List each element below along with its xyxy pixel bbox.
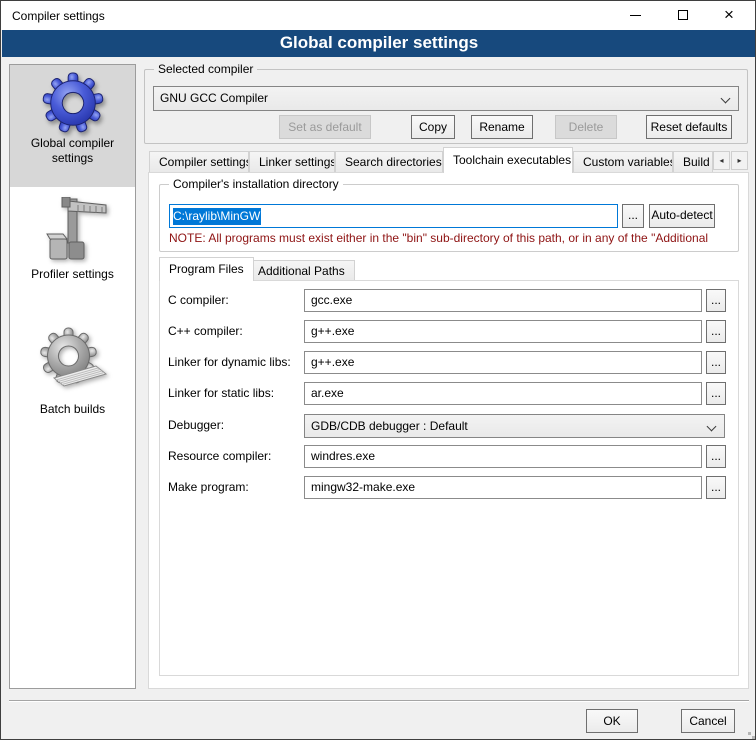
subtab-additional-paths[interactable]: Additional Paths <box>248 260 355 281</box>
close-button[interactable]: × <box>708 1 755 30</box>
page-title: Global compiler settings <box>2 30 756 57</box>
window-title: Compiler settings <box>12 9 105 23</box>
maximize-icon <box>678 10 688 20</box>
reset-defaults-button[interactable]: Reset defaults <box>646 115 732 139</box>
settings-category-list: Global compiler settings Profiler settin… <box>9 64 136 689</box>
browse-directory-button[interactable]: ... <box>622 204 644 228</box>
field-label-linker-static: Linker for static libs: <box>168 386 274 400</box>
make-program-input[interactable]: mingw32-make.exe <box>304 476 702 499</box>
set-as-default-button[interactable]: Set as default <box>279 115 371 139</box>
tab-scroll-left-icon: ◂ <box>719 156 723 165</box>
tab-build-options[interactable]: Build options <box>673 151 713 172</box>
minimize-icon <box>630 15 641 16</box>
field-label-resource-compiler: Resource compiler: <box>168 449 271 463</box>
maximize-button[interactable] <box>660 1 707 30</box>
gray-gear-stack-icon <box>36 326 110 400</box>
tab-search-directories[interactable]: Search directories <box>335 151 443 172</box>
tab-toolchain-executables[interactable]: Toolchain executables <box>443 147 573 173</box>
linker-static-browse-button[interactable]: ... <box>706 382 726 405</box>
copy-button[interactable]: Copy <box>411 115 455 139</box>
field-label-make-program: Make program: <box>168 480 249 494</box>
blue-gear-icon <box>42 72 104 134</box>
make-program-browse-button[interactable]: ... <box>706 476 726 499</box>
installation-directory-input[interactable]: C:\raylib\MinGW <box>169 204 618 228</box>
titlebar: Compiler settings × <box>1 1 755 30</box>
minimize-button[interactable] <box>612 1 659 30</box>
cpp-compiler-browse-button[interactable]: ... <box>706 320 726 343</box>
linker-dynamic-browse-button[interactable]: ... <box>706 351 726 374</box>
footer-divider <box>9 700 749 702</box>
c-compiler-browse-button[interactable]: ... <box>706 289 726 312</box>
sidebar-item-label: Batch builds <box>10 400 135 423</box>
resize-grip-icon[interactable] <box>748 732 751 735</box>
sidebar-item-label: Profiler settings <box>10 265 135 288</box>
tab-scroll-left-button[interactable]: ◂ <box>713 151 730 170</box>
ok-button[interactable]: OK <box>586 709 638 733</box>
installation-directory-group-label: Compiler's installation directory <box>169 177 343 192</box>
compiler-settings-dialog: Compiler settings × Global compiler sett… <box>0 0 756 740</box>
compiler-select[interactable]: GNU GCC Compiler <box>153 86 739 111</box>
tab-compiler-settings[interactable]: Compiler settings <box>149 151 249 172</box>
field-label-c-compiler: C compiler: <box>168 293 229 307</box>
field-label-cpp-compiler: C++ compiler: <box>168 324 243 338</box>
debugger-select-value: GDB/CDB debugger : Default <box>311 419 468 433</box>
cpp-compiler-input[interactable]: g++.exe <box>304 320 702 343</box>
field-label-linker-dynamic: Linker for dynamic libs: <box>168 355 291 369</box>
compiler-select-value: GNU GCC Compiler <box>160 91 268 105</box>
sidebar-item-batch-builds[interactable]: Batch builds <box>10 300 135 430</box>
debugger-select[interactable]: GDB/CDB debugger : Default <box>304 414 725 438</box>
cancel-button[interactable]: Cancel <box>681 709 735 733</box>
caliper-icon <box>38 197 108 265</box>
resource-compiler-input[interactable]: windres.exe <box>304 445 702 468</box>
subtab-program-files[interactable]: Program Files <box>159 257 254 281</box>
sidebar-item-global-compiler-settings[interactable]: Global compiler settings <box>10 65 135 187</box>
installation-directory-value: C:\raylib\MinGW <box>173 208 261 225</box>
note-text: NOTE: All programs must exist either in … <box>169 231 737 247</box>
chevron-down-icon <box>721 94 731 104</box>
sidebar-item-profiler-settings[interactable]: Profiler settings <box>10 187 135 300</box>
field-label-debugger: Debugger: <box>168 418 224 432</box>
linker-dynamic-input[interactable]: g++.exe <box>304 351 702 374</box>
tab-custom-variables[interactable]: Custom variables <box>573 151 673 172</box>
resource-compiler-browse-button[interactable]: ... <box>706 445 726 468</box>
close-icon: × <box>724 6 734 23</box>
sidebar-item-label: Global compiler settings <box>10 134 135 172</box>
c-compiler-input[interactable]: gcc.exe <box>304 289 702 312</box>
chevron-down-icon <box>707 422 717 432</box>
rename-button[interactable]: Rename <box>471 115 533 139</box>
tab-scroll-right-button[interactable]: ▸ <box>731 151 748 170</box>
auto-detect-button[interactable]: Auto-detect <box>649 204 715 228</box>
delete-button[interactable]: Delete <box>555 115 617 139</box>
selected-compiler-group-label: Selected compiler <box>154 62 257 77</box>
linker-static-input[interactable]: ar.exe <box>304 382 702 405</box>
tab-scroll-right-icon: ▸ <box>737 156 741 165</box>
tab-linker-settings[interactable]: Linker settings <box>249 151 335 172</box>
